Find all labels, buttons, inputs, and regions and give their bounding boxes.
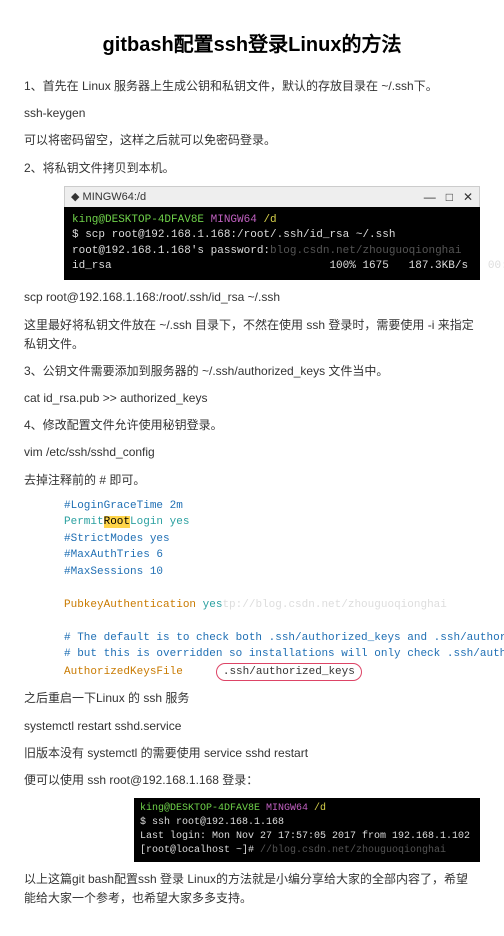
maximize-icon[interactable]: □ <box>446 190 453 204</box>
para-2: 可以将密码留空，这样之后就可以免密码登录。 <box>24 131 480 150</box>
cmd-vim: vim /etc/ssh/sshd_config <box>24 443 480 462</box>
para-9: 之后重启一下Linux 的 ssh 服务 <box>24 689 480 708</box>
para-8: 去掉注释前的 # 即可。 <box>24 471 480 490</box>
tab-icon: ◆ <box>71 190 79 203</box>
para-6: 3、公钥文件需要添加到服务器的 ~/.ssh/authorized_keys 文… <box>24 362 480 381</box>
terminal-1: ◆ MINGW64:/d — □ ✕ king@DESKTOP-4DFAV8E … <box>64 186 480 281</box>
para-3: 2、将私钥文件拷贝到本机。 <box>24 159 480 178</box>
terminal-body: king@DESKTOP-4DFAV8E MINGW64 /d $ scp ro… <box>64 207 480 281</box>
page-title: gitbash配置ssh登录Linux的方法 <box>24 28 480 57</box>
tab-title: MINGW64:/d <box>83 191 147 203</box>
cmd-systemctl: systemctl restart sshd.service <box>24 717 480 736</box>
close-icon[interactable]: ✕ <box>463 190 473 204</box>
para-11: 便可以使用 ssh root@192.168.1.168 登录： <box>24 771 480 790</box>
minimize-icon[interactable]: — <box>424 190 436 204</box>
cmd-cat: cat id_rsa.pub >> authorized_keys <box>24 389 480 408</box>
para-1: 1、首先在 Linux 服务器上生成公钥和私钥文件，默认的存放目录在 ~/.ss… <box>24 77 480 96</box>
para-scp: scp root@192.168.1.168:/root/.ssh/id_rsa… <box>24 288 480 307</box>
highlight-authkeys: .ssh/authorized_keys <box>216 663 362 682</box>
para-12: 以上这篇git bash配置ssh 登录 Linux的方法就是小编分享给大家的全… <box>24 870 480 908</box>
para-5: 这里最好将私钥文件放在 ~/.ssh 目录下，不然在使用 ssh 登录时，需要使… <box>24 316 480 354</box>
terminal-body-2: king@DESKTOP-4DFAV8E MINGW64 /d $ ssh ro… <box>134 798 480 862</box>
terminal-titlebar: ◆ MINGW64:/d — □ ✕ <box>64 186 480 207</box>
config-block: #LoginGraceTime 2m PermitRootLogin yes #… <box>64 498 480 682</box>
cmd-ssh-keygen: ssh-keygen <box>24 104 480 123</box>
para-7: 4、修改配置文件允许使用秘钥登录。 <box>24 416 480 435</box>
terminal-2: king@DESKTOP-4DFAV8E MINGW64 /d $ ssh ro… <box>134 798 480 862</box>
para-10: 旧版本没有 systemctl 的需要使用 service sshd resta… <box>24 744 480 763</box>
